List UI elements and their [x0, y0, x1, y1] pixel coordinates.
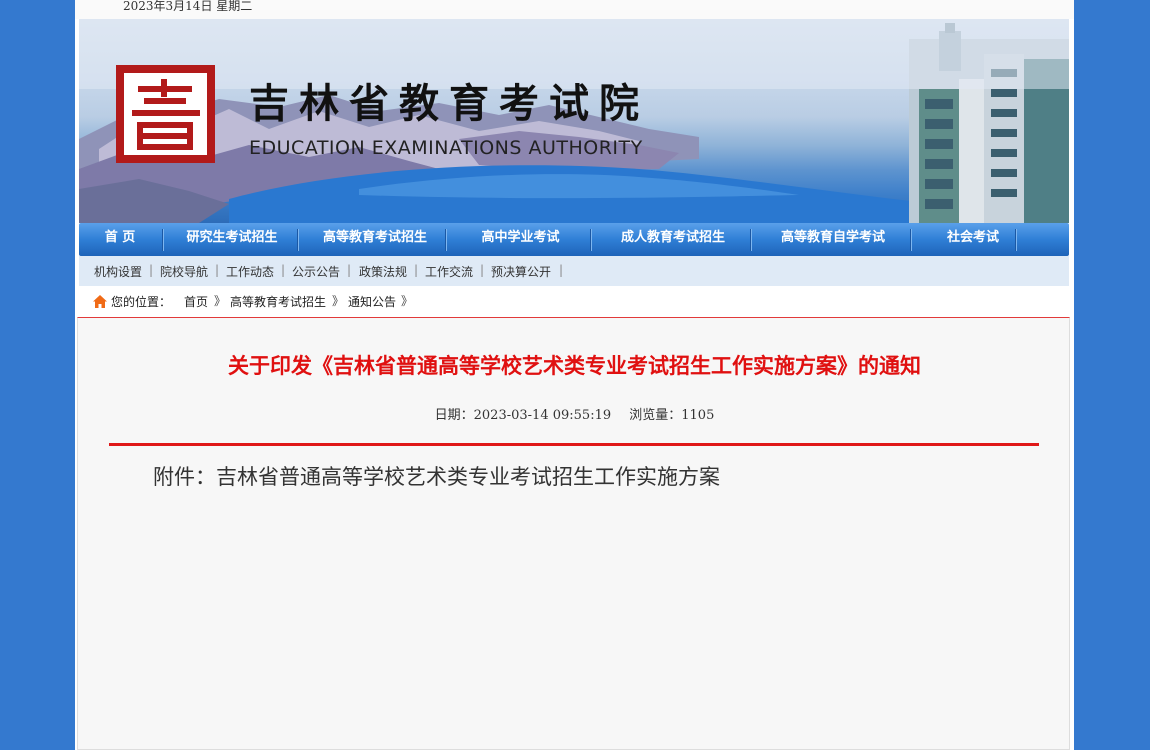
nav-separator [910, 229, 912, 251]
article-view-count: 浏览量：1105 [629, 408, 715, 423]
breadcrumb-item-notices[interactable]: 通知公告 [348, 293, 396, 310]
breadcrumb-prefix: 您的位置： [111, 295, 172, 309]
home-icon [93, 295, 107, 308]
subnav-separator: | [480, 263, 485, 277]
breadcrumb-separator-icon: 》 [214, 294, 227, 308]
breadcrumb-item-home[interactable]: 首页 [184, 293, 208, 310]
article-meta: 日期：2023-03-14 09:55:19 浏览量：1105 [78, 404, 1071, 423]
subnav-item-policies[interactable]: 政策法规 [359, 263, 407, 280]
main-nav: 首 页 研究生考试招生 高等教育考试招生 高中学业考试 成人教育考试招生 高等教… [79, 223, 1069, 256]
nav-separator [1015, 229, 1017, 251]
breadcrumb-separator-icon: 》 [401, 294, 414, 308]
subnav-item-organization[interactable]: 机构设置 [94, 263, 142, 280]
nav-separator [590, 229, 592, 251]
breadcrumb: 您的位置： 首页 》 高等教育考试招生 》 通知公告 》 [79, 286, 1069, 316]
nav-separator [750, 229, 752, 251]
subnav-item-school-navigation[interactable]: 院校导航 [160, 263, 208, 280]
article-date: 日期：2023-03-14 09:55:19 [434, 408, 612, 423]
article-title: 关于印发《吉林省普通高等学校艺术类专业考试招生工作实施方案》的通知 [228, 354, 921, 378]
site-title: 吉林省教育考试院 [249, 80, 649, 127]
site-subtitle: EDUCATION EXAMINATIONS AUTHORITY [249, 137, 643, 159]
nav-separator [445, 229, 447, 251]
subnav-item-work-exchange[interactable]: 工作交流 [425, 263, 473, 280]
nav-separator [297, 229, 299, 251]
breadcrumb-item-higher-education[interactable]: 高等教育考试招生 [230, 293, 326, 310]
sub-nav: 机构设置 | 院校导航 | 工作动态 | 公示公告 | 政策法规 | 工作交流 … [79, 256, 1069, 286]
article-panel: 关于印发《吉林省普通高等学校艺术类专业考试招生工作实施方案》的通知 日期：202… [77, 317, 1070, 750]
nav-item-high-school-exam[interactable]: 高中学业考试 [448, 223, 593, 256]
subnav-separator: | [347, 263, 352, 277]
exam-authority-logo-icon [116, 65, 215, 163]
subnav-separator: | [149, 263, 154, 277]
breadcrumb-separator-icon: 》 [332, 294, 345, 308]
subnav-item-work-news[interactable]: 工作动态 [226, 263, 274, 280]
page-container: 2023年3月14日 星期二 吉林省教育考试院 EDUCATION EXAMIN… [75, 0, 1074, 750]
subnav-item-announcements[interactable]: 公示公告 [292, 263, 340, 280]
attachment-link[interactable]: 附件：吉林省普通高等学校艺术类专业考试招生工作实施方案 [153, 461, 720, 491]
subnav-separator: | [281, 263, 286, 277]
current-date: 2023年3月14日 星期二 [123, 0, 253, 13]
site-banner: 吉林省教育考试院 EDUCATION EXAMINATIONS AUTHORIT… [79, 19, 1069, 223]
subnav-item-budget-disclosure[interactable]: 预决算公开 [491, 263, 551, 280]
subnav-separator: | [559, 263, 564, 277]
nav-separator [162, 229, 164, 251]
subnav-separator: | [215, 263, 220, 277]
subnav-separator: | [414, 263, 419, 277]
title-divider [109, 443, 1039, 446]
nav-item-higher-education-admission[interactable]: 高等教育考试招生 [300, 223, 450, 256]
date-bar: 2023年3月14日 星期二 [75, 0, 1074, 19]
nav-item-home[interactable]: 首 页 [79, 223, 161, 256]
nav-item-self-study-exam[interactable]: 高等教育自学考试 [753, 223, 913, 256]
nav-item-graduate-exam[interactable]: 研究生考试招生 [165, 223, 299, 256]
nav-item-adult-education[interactable]: 成人教育考试招生 [593, 223, 753, 256]
